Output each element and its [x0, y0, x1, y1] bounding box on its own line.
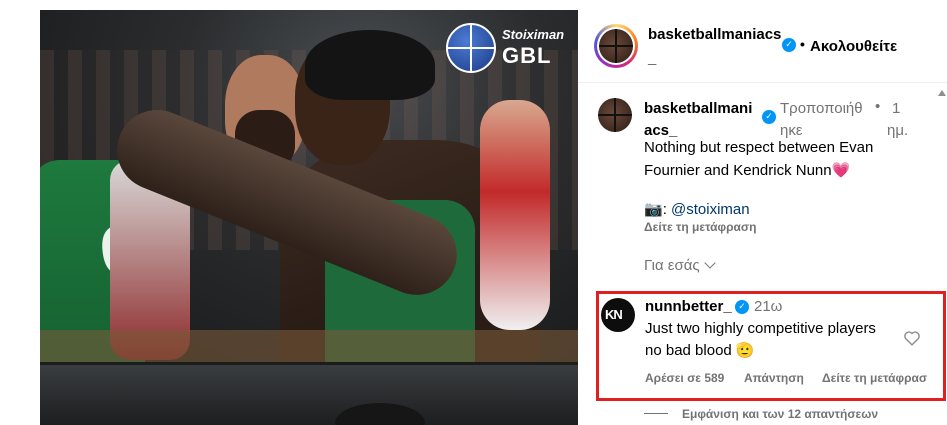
verified-badge-icon: ✓ [782, 38, 796, 52]
caption-text-line2-text: Fournier and Kendrick Nunn [644, 162, 832, 179]
next-photo-preview [40, 365, 578, 425]
post-media[interactable]: 6 Stoiximan GBL [40, 10, 578, 425]
caption-time[interactable]: 1 [892, 100, 900, 117]
verified-badge-icon: ✓ [735, 300, 749, 314]
comment-username[interactable]: nunnbetter_ [645, 298, 732, 315]
comment-avatar-text: KN [605, 307, 623, 322]
left-gutter [0, 0, 40, 425]
replies-line [644, 413, 668, 414]
caption-separator: • [875, 98, 881, 115]
caption-username-cont[interactable]: acs_ [644, 122, 677, 139]
photo-credit: 📷: @stoiximan [644, 200, 750, 218]
comment-time[interactable]: 21ω [754, 298, 782, 315]
edited-label: Τροποποιήθ [780, 100, 863, 117]
logo-brand: Stoiximan [502, 27, 565, 42]
story-ring[interactable] [594, 24, 638, 68]
header-username-tail[interactable]: _ [648, 50, 656, 67]
verified-badge-icon: ✓ [762, 110, 776, 124]
salute-emoji: 🫡 [735, 342, 755, 359]
caption-text-line2: Fournier and Kendrick Nunn💗 [644, 161, 850, 179]
reply-button[interactable]: Απάντηση [744, 371, 804, 385]
player-right [480, 100, 550, 330]
avatar [599, 29, 633, 63]
scroll-up-arrow-icon[interactable] [938, 90, 946, 96]
comment-text-line2-text: no bad blood [645, 342, 732, 359]
following-button[interactable]: Ακολουθείτε [810, 38, 897, 55]
comment-text-line1: Just two highly competitive players [645, 320, 876, 337]
mention-link[interactable]: @stoiximan [671, 201, 750, 218]
post-photo: 6 Stoiximan GBL [40, 10, 578, 362]
like-heart-icon[interactable] [903, 330, 921, 346]
post-header: basketballmaniacs ✓ • Ακολουθείτε _ [578, 10, 947, 83]
basketball-icon [446, 23, 496, 73]
next-photo-head [335, 403, 425, 425]
player-hair [305, 30, 435, 100]
post-side-panel: basketballmaniacs ✓ • Ακολουθείτε _ bask… [578, 10, 947, 425]
heart-emoji: 💗 [831, 162, 851, 179]
comment-translate-link[interactable]: Δείτε τη μετάφρασ [822, 371, 927, 385]
for-you-dropdown[interactable]: Για εσάς [644, 257, 716, 274]
comment-likes[interactable]: Αρέσει σε 589 [645, 371, 724, 385]
avatar-frame [597, 27, 635, 65]
caption-username[interactable]: basketballmani [644, 100, 752, 117]
court-floor [40, 330, 578, 362]
highlighted-comment: KN nunnbetter_ ✓ 21ω Just two highly com… [596, 291, 946, 401]
camera-emoji: 📷 [644, 201, 663, 218]
header-separator: • [800, 36, 805, 52]
for-you-label: Για εσάς [644, 257, 700, 274]
header-username[interactable]: basketballmaniacs [648, 26, 781, 43]
view-replies-button[interactable]: Εμφάνιση και των 12 απαντήσεων [682, 407, 878, 421]
caption-text-line1: Nothing but respect between Evan [644, 139, 874, 156]
edited-label-cont: ηκε [780, 122, 803, 139]
caption-time-unit[interactable]: ημ. [887, 122, 908, 139]
caption-avatar[interactable] [598, 98, 632, 132]
logo-name: GBL [502, 43, 552, 68]
caption-translate-link[interactable]: Δείτε τη μετάφραση [644, 220, 756, 234]
credit-separator: : [662, 201, 672, 218]
gbl-logo: Stoiximan GBL [446, 23, 572, 73]
chevron-down-icon [703, 257, 716, 269]
comment-text-line2: no bad blood 🫡 [645, 341, 755, 359]
comment-avatar[interactable]: KN [601, 298, 635, 332]
